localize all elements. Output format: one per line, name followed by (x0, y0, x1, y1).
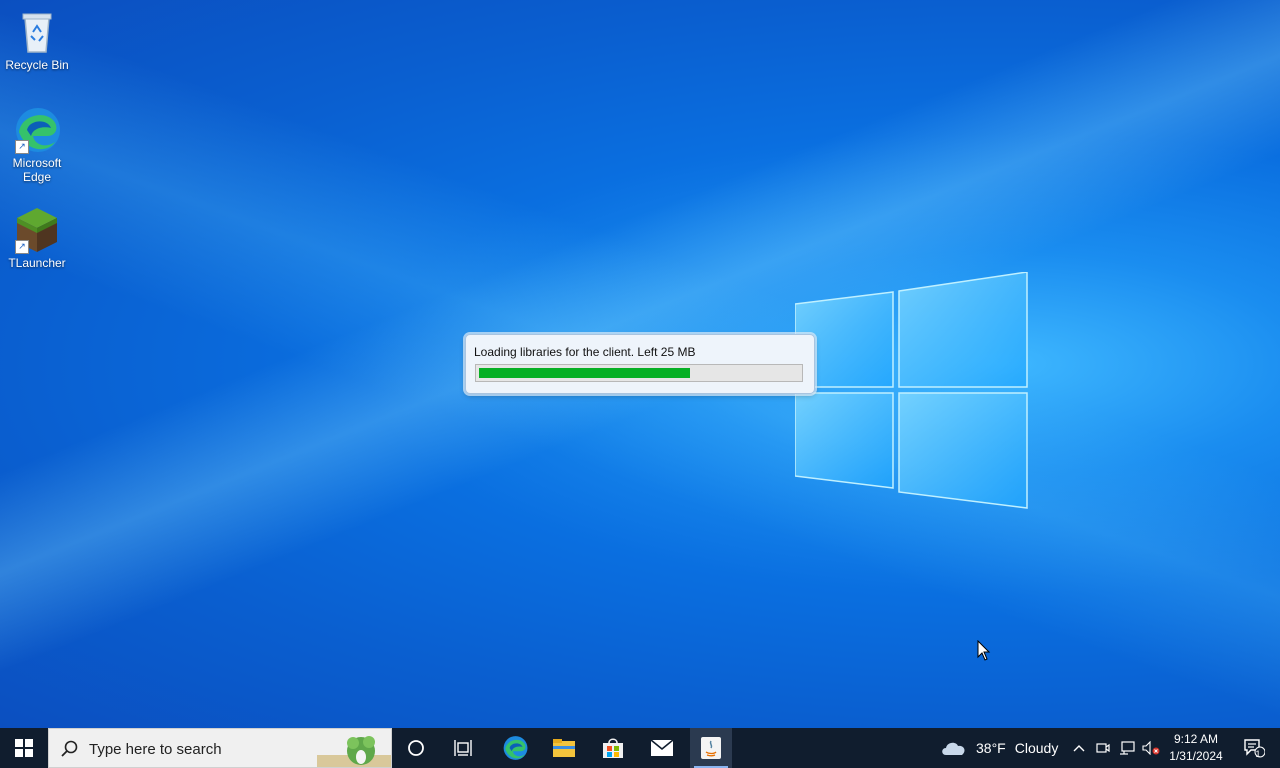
cortana-icon (408, 740, 424, 756)
desktop-icon-recycle-bin[interactable]: Recycle Bin (0, 8, 74, 72)
search-icon (61, 740, 78, 757)
desktop-icon-microsoft-edge[interactable]: ↗ Microsoft Edge (0, 106, 74, 184)
show-hidden-icons-button[interactable] (1068, 728, 1090, 768)
taskbar-mail-button[interactable] (641, 728, 683, 768)
cortana-button[interactable] (396, 728, 436, 768)
desktop-background: Recycle Bin ↗ Microsoft Edge ↗ TLauncher (0, 0, 1280, 728)
search-box[interactable]: Type here to search (48, 728, 392, 768)
cloudy-weather-icon (942, 742, 965, 755)
progress-bar (475, 364, 803, 382)
taskbar: Type here to search 38°F Cloudy 9:12 AM … (0, 728, 1280, 768)
task-view-icon (454, 740, 472, 756)
search-highlight-illustration-icon (317, 736, 391, 767)
notification-count-badge: 1 (1255, 749, 1261, 759)
network-wired-icon (1120, 741, 1135, 755)
meet-now-button[interactable] (1092, 728, 1114, 768)
desktop-icon-tlauncher[interactable]: ↗ TLauncher (0, 206, 74, 270)
desktop-icon-label: TLauncher (8, 256, 66, 270)
loading-message: Loading libraries for the client. Left 2… (474, 345, 696, 359)
task-view-button[interactable] (444, 728, 484, 768)
mouse-cursor-icon (977, 640, 991, 661)
java-icon (701, 737, 721, 759)
chevron-up-icon (1073, 745, 1085, 752)
taskbar-file-explorer-button[interactable] (543, 728, 585, 768)
shortcut-arrow-icon: ↗ (15, 140, 29, 154)
recycle-bin-icon (13, 8, 61, 56)
shortcut-arrow-icon: ↗ (15, 240, 29, 254)
start-button[interactable] (0, 728, 48, 768)
microsoft-store-icon (603, 738, 623, 758)
mail-icon (650, 739, 674, 756)
clock-date: 1/31/2024 (1169, 749, 1223, 763)
volume-muted-icon (1142, 741, 1160, 755)
tlauncher-grass-block-icon: ↗ (13, 206, 61, 254)
network-button[interactable] (1116, 728, 1138, 768)
volume-button[interactable] (1140, 728, 1162, 768)
action-center-button[interactable]: 1 (1234, 728, 1274, 768)
windows-logo-wallpaper (795, 272, 1028, 509)
windows-logo-icon (15, 739, 33, 757)
edge-icon (503, 736, 528, 760)
meet-now-icon (1096, 743, 1110, 753)
weather-temperature: 38°F (976, 740, 1006, 756)
taskbar-edge-button[interactable] (494, 728, 536, 768)
file-explorer-icon (553, 739, 575, 757)
desktop-icon-label: Microsoft Edge (12, 156, 62, 184)
desktop-icon-label: Recycle Bin (5, 58, 69, 72)
search-placeholder: Type here to search (89, 741, 222, 758)
taskbar-java-button[interactable] (690, 728, 732, 768)
loading-dialog: Loading libraries for the client. Left 2… (465, 334, 815, 394)
clock-time: 9:12 AM (1173, 732, 1219, 746)
weather-widget[interactable]: 38°F Cloudy (940, 728, 1062, 768)
taskbar-store-button[interactable] (592, 728, 634, 768)
progress-bar-fill (479, 368, 690, 378)
weather-condition: Cloudy (1014, 740, 1059, 756)
edge-icon: ↗ (13, 106, 61, 154)
clock[interactable]: 9:12 AM 1/31/2024 (1164, 731, 1228, 765)
